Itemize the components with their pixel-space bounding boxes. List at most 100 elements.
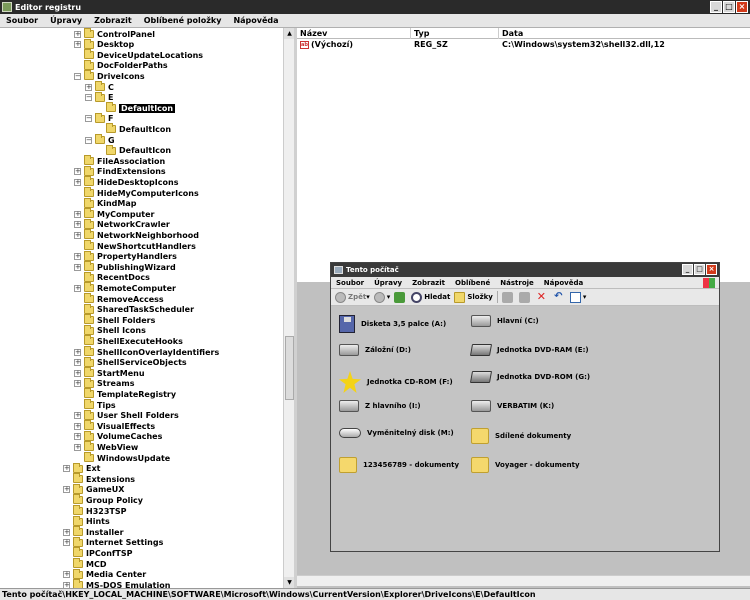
- tree-item[interactable]: + StartMenu: [74, 367, 145, 378]
- collapse-icon[interactable]: −: [85, 115, 92, 123]
- views-button[interactable]: ▾: [569, 291, 586, 303]
- up-button[interactable]: [394, 291, 407, 303]
- column-type[interactable]: Typ: [411, 28, 499, 39]
- scroll-thumb[interactable]: [285, 336, 294, 400]
- tree-item[interactable]: − DriveIcons: [74, 70, 145, 81]
- tree-item[interactable]: + WebView: [74, 441, 138, 452]
- menu-upravy[interactable]: Úpravy: [44, 16, 88, 25]
- tree-item[interactable]: + Internet Settings: [63, 536, 163, 548]
- explorer-maximize-button[interactable]: □: [694, 264, 705, 275]
- explorer-menu-upravy[interactable]: Úpravy: [369, 279, 407, 287]
- drive-item[interactable]: Z hlavního (I:): [339, 400, 421, 412]
- tree-item[interactable]: FileAssociation: [74, 155, 165, 166]
- expand-icon[interactable]: +: [74, 168, 81, 176]
- delete-button[interactable]: ✕: [536, 291, 549, 303]
- expand-icon[interactable]: +: [74, 433, 81, 441]
- tree-item[interactable]: + MyComputer: [74, 208, 155, 219]
- tree-item[interactable]: SharedTaskScheduler: [74, 303, 194, 315]
- tree-item[interactable]: DefaultIcon: [96, 144, 171, 156]
- explorer-close-button[interactable]: ×: [706, 264, 717, 275]
- tree-item[interactable]: NewShortcutHandlers: [74, 240, 196, 251]
- expand-icon[interactable]: +: [74, 253, 81, 261]
- expand-icon[interactable]: +: [63, 528, 70, 536]
- column-name[interactable]: Název: [297, 28, 411, 39]
- expand-icon[interactable]: +: [74, 359, 81, 367]
- back-button[interactable]: Zpět ▾: [335, 291, 370, 303]
- tree-item[interactable]: + Media Center: [63, 568, 146, 580]
- tree-item[interactable]: KindMap: [74, 197, 136, 209]
- tree-item[interactable]: + VisualEffects: [74, 420, 155, 431]
- explorer-menu-zobrazit[interactable]: Zobrazit: [407, 279, 450, 287]
- tree-item[interactable]: H323TSP: [63, 505, 126, 516]
- undo-button[interactable]: ↶: [553, 291, 566, 303]
- expand-icon[interactable]: +: [74, 369, 81, 377]
- expand-icon[interactable]: +: [63, 571, 70, 579]
- drive-item[interactable]: Jednotka CD-ROM (F:): [339, 371, 453, 393]
- expand-icon[interactable]: +: [74, 221, 81, 229]
- expand-icon[interactable]: +: [74, 380, 81, 388]
- tree-item[interactable]: DocFolderPaths: [74, 59, 168, 71]
- expand-icon[interactable]: +: [74, 210, 81, 218]
- tree-item[interactable]: RecentDocs: [74, 271, 150, 283]
- tree-item[interactable]: IPConfTSP: [63, 547, 132, 558]
- expand-icon[interactable]: +: [85, 83, 92, 91]
- tree-item[interactable]: Shell Icons: [74, 324, 146, 336]
- explorer-menu-nastroje[interactable]: Nástroje: [495, 279, 539, 287]
- tree-item[interactable]: + ShellIconOverlayIdentifiers: [74, 346, 219, 357]
- tree-item[interactable]: − G: [85, 134, 115, 145]
- tree-item[interactable]: + VolumeCaches: [74, 430, 162, 442]
- tree-scrollbar[interactable]: ▲ ▼: [283, 28, 295, 588]
- tree-item[interactable]: HideMyComputerIcons: [74, 187, 199, 198]
- tree-item[interactable]: RemoveAccess: [74, 293, 164, 304]
- tree-item[interactable]: − E: [85, 91, 113, 103]
- expand-icon[interactable]: +: [74, 263, 81, 271]
- tree-item[interactable]: Tips: [74, 399, 116, 410]
- tree-item[interactable]: + PropertyHandlers: [74, 250, 177, 262]
- expand-icon[interactable]: +: [74, 41, 81, 49]
- tree-item[interactable]: + ShellServiceObjects: [74, 356, 187, 368]
- drive-item[interactable]: Jednotka DVD-RAM (E:): [469, 344, 589, 356]
- tree-item[interactable]: DefaultIcon: [96, 102, 176, 113]
- tree-item[interactable]: + NetworkCrawler: [74, 218, 170, 230]
- move-to-button[interactable]: [501, 291, 515, 303]
- tree-item[interactable]: + FindExtensions: [74, 165, 166, 177]
- tree-item[interactable]: + NetworkNeighborhood: [74, 229, 199, 240]
- expand-icon[interactable]: +: [63, 539, 70, 547]
- maximize-button[interactable]: □: [723, 1, 735, 13]
- expand-icon[interactable]: +: [74, 443, 81, 451]
- tree-item[interactable]: WindowsUpdate: [74, 452, 170, 463]
- tree-item[interactable]: + PublishingWizard: [74, 261, 176, 272]
- tree-item[interactable]: Extensions: [63, 473, 135, 484]
- folders-button[interactable]: Složky: [454, 291, 493, 303]
- tree-item[interactable]: Hints: [63, 515, 110, 527]
- column-data[interactable]: Data: [499, 28, 750, 39]
- explorer-menu-oblibene[interactable]: Oblíbené: [450, 279, 495, 287]
- menu-napoveda[interactable]: Nápověda: [227, 16, 284, 25]
- tree-item[interactable]: + GameUX: [63, 483, 124, 495]
- tree-item[interactable]: + User Shell Folders: [74, 409, 179, 421]
- drive-item[interactable]: Sdílené dokumenty: [471, 428, 571, 444]
- search-button[interactable]: Hledat: [411, 291, 450, 303]
- drive-item[interactable]: Disketa 3,5 palce (A:): [339, 315, 446, 333]
- collapse-icon[interactable]: −: [74, 72, 81, 80]
- explorer-minimize-button[interactable]: _: [682, 264, 693, 275]
- collapse-icon[interactable]: −: [85, 94, 92, 102]
- expand-icon[interactable]: +: [74, 30, 81, 38]
- tree-item[interactable]: + Desktop: [74, 38, 134, 50]
- drive-item[interactable]: 123456789 - dokumenty: [339, 457, 459, 473]
- tree-item[interactable]: + HideDesktopIcons: [74, 176, 178, 187]
- drive-item[interactable]: Voyager - dokumenty: [471, 457, 580, 473]
- expand-icon[interactable]: +: [74, 412, 81, 420]
- drive-item[interactable]: Jednotka DVD-ROM (G:): [469, 371, 590, 383]
- menu-zobrazit[interactable]: Zobrazit: [88, 16, 138, 25]
- expand-icon[interactable]: +: [74, 231, 81, 239]
- tree-item[interactable]: DeviceUpdateLocations: [74, 49, 203, 60]
- table-row[interactable]: ab (Výchozí) REG_SZ C:\Windows\system32\s…: [297, 39, 750, 50]
- drive-item[interactable]: Záložní (D:): [339, 344, 411, 356]
- tree-item[interactable]: ShellExecuteHooks: [74, 335, 183, 346]
- expand-icon[interactable]: +: [74, 178, 81, 186]
- drive-item[interactable]: VERBATIM (K:): [471, 400, 554, 412]
- expand-icon[interactable]: +: [74, 422, 81, 430]
- tree-item[interactable]: + RemoteComputer: [74, 282, 176, 293]
- tree-item[interactable]: − F: [85, 112, 113, 124]
